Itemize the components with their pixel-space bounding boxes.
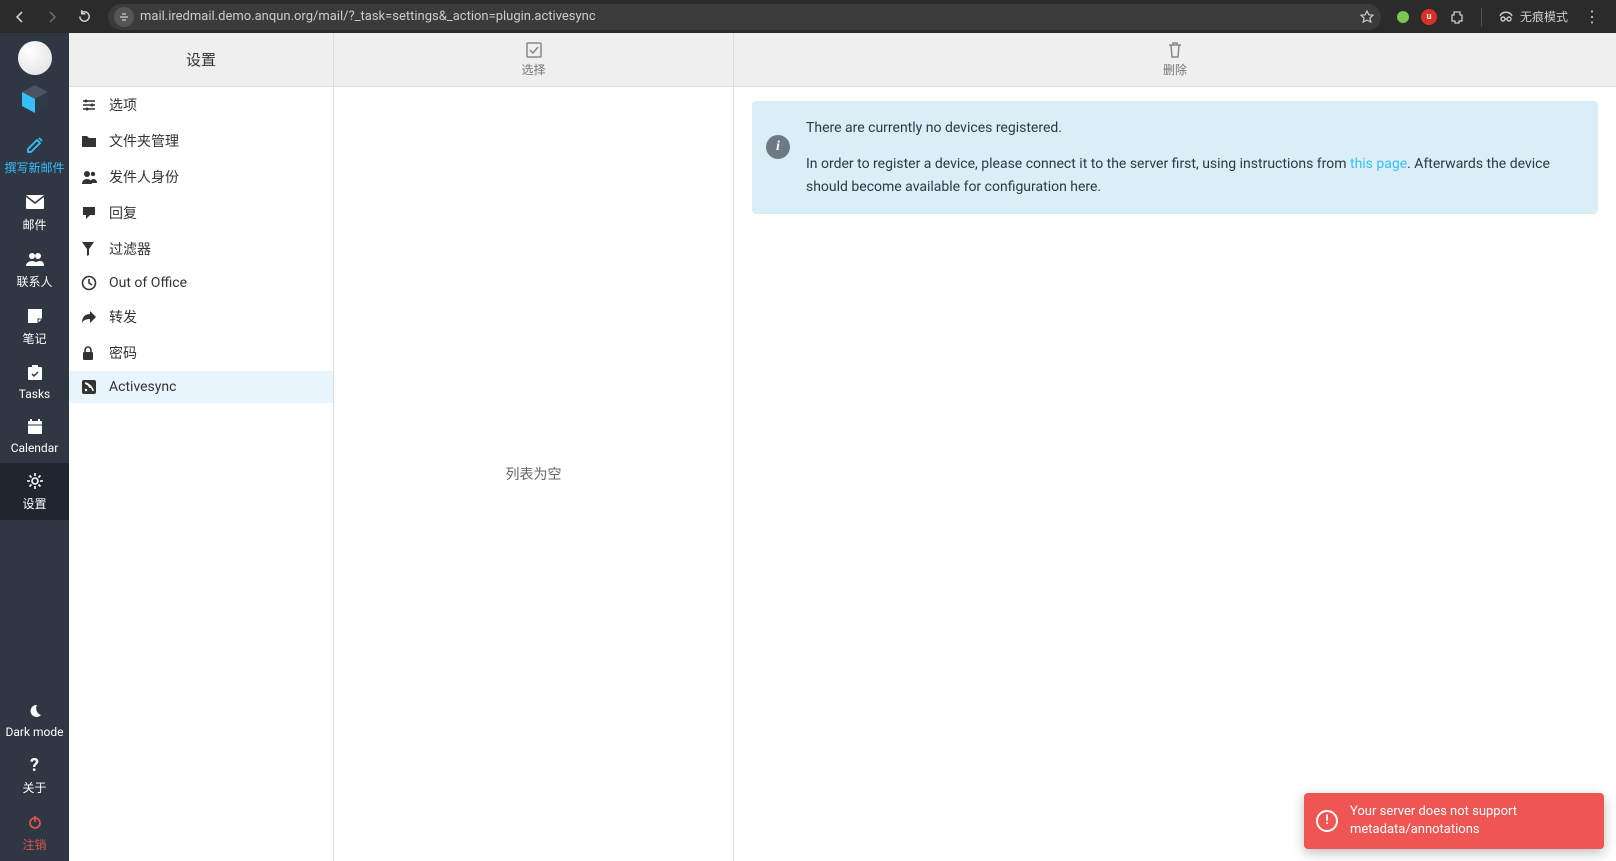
user-avatar[interactable] (18, 41, 52, 75)
settings-item-identities[interactable]: 发件人身份 (69, 159, 333, 195)
filters-icon (81, 241, 99, 257)
bookmark-star-icon[interactable] (1359, 9, 1375, 25)
mail-icon (25, 192, 45, 212)
browser-url-bar[interactable]: mail.iredmail.demo.anqun.org/mail/?_task… (108, 4, 1381, 30)
contacts-icon (24, 249, 46, 269)
password-icon (81, 345, 99, 361)
browser-forward-button[interactable] (38, 3, 66, 31)
settings-item-label: 回复 (109, 203, 137, 223)
settings-item-label: 选项 (109, 95, 137, 115)
activesync-icon (81, 379, 99, 395)
site-info-icon[interactable] (114, 7, 134, 27)
settings-item-password[interactable]: 密码 (69, 335, 333, 371)
nav-mail[interactable]: 邮件 (0, 184, 69, 241)
extension-dot-icon[interactable] (1397, 11, 1409, 23)
settings-item-outofoffice[interactable]: Out of Office (69, 267, 333, 299)
settings-item-label: Out of Office (109, 275, 187, 291)
browser-back-button[interactable] (6, 3, 34, 31)
settings-sections-column: 设置 选项文件夹管理发件人身份回复过滤器 Out of Office 转发密码 Act… (69, 33, 334, 861)
incognito-indicator[interactable]: 无痕模式 (1498, 8, 1568, 25)
nav-notes[interactable]: 笔记 (0, 298, 69, 355)
browser-reload-button[interactable] (70, 3, 98, 31)
browser-url-text: mail.iredmail.demo.anqun.org/mail/?_task… (140, 9, 596, 24)
nav-about[interactable]: ? 关于 (0, 747, 69, 804)
nav-item-label: 撰写新邮件 (4, 159, 64, 176)
select-label: 选择 (521, 61, 545, 78)
settings-item-preferences[interactable]: 选项 (69, 87, 333, 123)
nav-logout[interactable]: 注销 (0, 804, 69, 861)
details-toolbar: 删除 (734, 33, 1616, 87)
settings-item-label: 文件夹管理 (109, 131, 179, 151)
info-message-box: i There are currently no devices registe… (752, 101, 1598, 214)
nav-settings[interactable]: 设置 (0, 463, 69, 520)
responses-icon (81, 206, 99, 220)
settings-item-filters[interactable]: 过滤器 (69, 231, 333, 267)
nav-item-label: 注销 (22, 836, 46, 853)
settings-item-label: 密码 (109, 343, 137, 363)
delete-label: 删除 (1163, 61, 1187, 78)
info-icon: i (766, 135, 790, 159)
preferences-icon (81, 97, 99, 113)
incognito-label: 无痕模式 (1520, 8, 1568, 25)
nav-item-label: 关于 (22, 779, 46, 796)
nav-item-label: 设置 (22, 495, 46, 512)
compose-icon (25, 135, 45, 155)
empty-list-text: 列表为空 (506, 464, 562, 484)
calendar-icon (26, 417, 44, 437)
settings-item-label: Activesync (109, 379, 176, 395)
settings-item-forward[interactable]: 转发 (69, 299, 333, 335)
nav-calendar[interactable]: Calendar (0, 409, 69, 463)
error-message: Your server does not support metadata/an… (1350, 804, 1517, 837)
identities-icon (81, 169, 99, 185)
nav-item-label: 笔记 (22, 330, 46, 347)
extension-ublock-icon[interactable]: u (1421, 9, 1437, 25)
moon-icon (27, 701, 43, 721)
info-line-1: There are currently no devices registere… (806, 117, 1582, 139)
help-icon: ? (30, 755, 39, 775)
nav-item-label: 邮件 (22, 216, 46, 233)
select-icon (525, 41, 543, 59)
settings-item-activesync[interactable]: Activesync (69, 371, 333, 403)
device-list-column: 选择 列表为空 (334, 33, 734, 861)
outofoffice-icon (81, 275, 99, 291)
left-nav: 撰写新邮件 邮件 联系人 笔记 Tasks (0, 33, 69, 861)
settings-item-label: 发件人身份 (109, 167, 179, 187)
app-logo[interactable] (18, 81, 52, 115)
tasks-icon (26, 363, 44, 383)
extensions-button[interactable] (1449, 9, 1465, 25)
nav-tasks[interactable]: Tasks (0, 355, 69, 409)
nav-item-label: Dark mode (5, 725, 63, 739)
select-button[interactable]: 选择 (334, 33, 733, 86)
nav-item-label: 联系人 (16, 273, 52, 290)
settings-item-folders[interactable]: 文件夹管理 (69, 123, 333, 159)
separator (1481, 8, 1482, 26)
settings-item-label: 过滤器 (109, 239, 151, 259)
nav-item-label: Calendar (11, 441, 59, 455)
nav-darkmode[interactable]: Dark mode (0, 693, 69, 747)
settings-icon (26, 471, 44, 491)
browser-menu-button[interactable]: ⋮ (1580, 7, 1604, 26)
forward-icon (81, 310, 99, 324)
details-column: 删除 i There are currently no devices regi… (734, 33, 1616, 861)
nav-item-label: Tasks (19, 387, 51, 401)
notes-icon (26, 306, 44, 326)
error-toast[interactable]: ! Your server does not support metadata/… (1304, 793, 1604, 849)
settings-item-label: 转发 (109, 307, 137, 327)
info-line-2: In order to register a device, please co… (806, 153, 1582, 198)
settings-item-responses[interactable]: 回复 (69, 195, 333, 231)
folders-icon (81, 134, 99, 148)
device-list-toolbar: 选择 (334, 33, 733, 87)
power-icon (27, 812, 43, 832)
trash-icon (1167, 41, 1183, 59)
browser-chrome: mail.iredmail.demo.anqun.org/mail/?_task… (0, 0, 1616, 33)
delete-button[interactable]: 删除 (734, 33, 1616, 86)
error-icon: ! (1316, 810, 1338, 832)
settings-column-title: 设置 (69, 33, 333, 87)
this-page-link[interactable]: this page (1350, 156, 1407, 172)
nav-contacts[interactable]: 联系人 (0, 241, 69, 298)
nav-compose[interactable]: 撰写新邮件 (0, 127, 69, 184)
